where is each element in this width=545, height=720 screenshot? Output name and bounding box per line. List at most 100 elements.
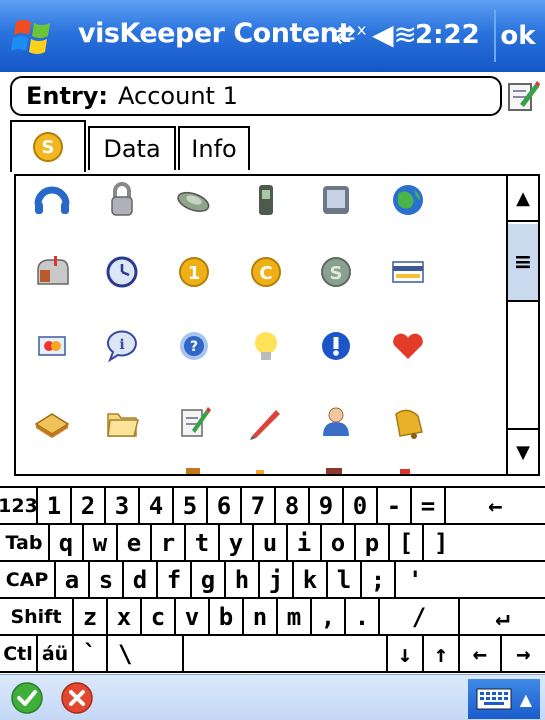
- key-b[interactable]: b: [210, 599, 244, 636]
- key-w[interactable]: w: [84, 525, 118, 562]
- key-n[interactable]: n: [244, 599, 278, 636]
- backspace-key[interactable]: ←: [446, 488, 545, 525]
- key-backslash[interactable]: \: [108, 636, 184, 673]
- tab-icons[interactable]: S: [10, 120, 86, 172]
- speaker-icon[interactable]: ◀︎≋: [372, 18, 417, 51]
- left-arrow-key[interactable]: ←: [460, 636, 502, 673]
- key-1[interactable]: 1: [38, 488, 72, 525]
- shift-key[interactable]: Shift: [0, 599, 74, 636]
- key-t[interactable]: t: [186, 525, 220, 562]
- key-y[interactable]: y: [220, 525, 254, 562]
- bell-icon[interactable]: [395, 409, 423, 439]
- caps-lock-key[interactable]: CAP: [0, 562, 56, 599]
- key-l[interactable]: l: [328, 562, 362, 599]
- key-123[interactable]: 123: [0, 488, 38, 525]
- key-0[interactable]: 0: [344, 488, 378, 525]
- key-c[interactable]: c: [142, 599, 176, 636]
- tab-info[interactable]: Info: [178, 126, 250, 170]
- key-z[interactable]: z: [74, 599, 108, 636]
- key-u[interactable]: u: [254, 525, 288, 562]
- key-h[interactable]: h: [226, 562, 260, 599]
- key-backtick[interactable]: `: [74, 636, 108, 673]
- key-k[interactable]: k: [294, 562, 328, 599]
- key-9[interactable]: 9: [310, 488, 344, 525]
- clock[interactable]: 2:22: [415, 20, 480, 50]
- key-period[interactable]: .: [346, 599, 380, 636]
- pda-icon[interactable]: [323, 186, 349, 214]
- key-m[interactable]: m: [278, 599, 312, 636]
- key-8[interactable]: 8: [276, 488, 310, 525]
- key-q[interactable]: q: [50, 525, 84, 562]
- tab-data[interactable]: Data: [88, 126, 176, 170]
- notepad-icon[interactable]: [181, 407, 211, 437]
- key-s[interactable]: s: [90, 562, 124, 599]
- enter-key[interactable]: ↵: [460, 599, 545, 636]
- key-r[interactable]: r: [152, 525, 186, 562]
- scroll-thumb[interactable]: ≡: [508, 224, 538, 302]
- cash-icon[interactable]: [176, 189, 212, 215]
- key-right-bracket[interactable]: ]: [424, 525, 545, 562]
- windows-flag-icon[interactable]: [8, 12, 58, 62]
- down-arrow-key[interactable]: ↓: [388, 636, 424, 673]
- key-left-bracket[interactable]: [: [390, 525, 424, 562]
- pencil-icon[interactable]: [250, 410, 280, 440]
- key-x[interactable]: x: [108, 599, 142, 636]
- scroll-down-arrow-icon[interactable]: ▼: [508, 428, 538, 474]
- input-panel-button[interactable]: ▲: [468, 679, 540, 719]
- entry-field[interactable]: Entry: Account 1: [10, 76, 502, 116]
- right-arrow-key[interactable]: →: [502, 636, 545, 673]
- up-arrow-key[interactable]: ↑: [424, 636, 460, 673]
- key-semicolon[interactable]: ;: [362, 562, 396, 599]
- key-e[interactable]: e: [118, 525, 152, 562]
- padlock-icon[interactable]: [111, 182, 133, 216]
- green-check-icon[interactable]: [10, 681, 44, 715]
- silver-coin-icon[interactable]: S: [321, 257, 351, 287]
- clock-icon[interactable]: [106, 256, 138, 288]
- gold-coin-1-icon[interactable]: 1: [179, 257, 209, 287]
- key-p[interactable]: p: [356, 525, 390, 562]
- key-comma[interactable]: ,: [312, 599, 346, 636]
- key-d[interactable]: d: [124, 562, 158, 599]
- key-f[interactable]: f: [158, 562, 192, 599]
- spacebar-key[interactable]: [184, 636, 388, 673]
- key-apostrophe[interactable]: ': [396, 562, 545, 599]
- key-3[interactable]: 3: [106, 488, 140, 525]
- key-slash[interactable]: /: [380, 599, 460, 636]
- sync-disconnected-icon[interactable]: ⇄ˣ: [334, 20, 367, 50]
- gold-coin-c-icon[interactable]: C: [251, 257, 281, 287]
- key-i[interactable]: i: [288, 525, 322, 562]
- key-v[interactable]: v: [176, 599, 210, 636]
- red-x-icon[interactable]: [60, 681, 94, 715]
- globe-icon[interactable]: [393, 185, 423, 215]
- exclamation-icon[interactable]: [322, 332, 350, 360]
- book-icon[interactable]: [34, 413, 70, 438]
- info-bubble-icon[interactable]: i: [106, 330, 137, 363]
- key-4[interactable]: 4: [140, 488, 174, 525]
- ctrl-key[interactable]: Ctl: [0, 636, 38, 673]
- help-icon[interactable]: ?: [180, 332, 208, 360]
- key-5[interactable]: 5: [174, 488, 208, 525]
- key-7[interactable]: 7: [242, 488, 276, 525]
- headset-icon[interactable]: [34, 186, 70, 214]
- key-minus[interactable]: -: [378, 488, 412, 525]
- mailbox-icon[interactable]: [37, 256, 69, 285]
- key-a[interactable]: a: [56, 562, 90, 599]
- cellphone-icon[interactable]: [259, 185, 273, 215]
- folder-icon[interactable]: [107, 413, 139, 437]
- ok-button[interactable]: ok: [494, 10, 540, 62]
- user-icon[interactable]: [323, 407, 349, 436]
- key-o[interactable]: o: [322, 525, 356, 562]
- lightbulb-icon[interactable]: [255, 332, 277, 360]
- credit-card-icon[interactable]: [392, 261, 424, 283]
- key-6[interactable]: 6: [208, 488, 242, 525]
- key-2[interactable]: 2: [72, 488, 106, 525]
- scroll-up-arrow-icon[interactable]: ▲: [508, 176, 538, 222]
- mastercard-icon[interactable]: [38, 336, 66, 356]
- key-g[interactable]: g: [192, 562, 226, 599]
- key-j[interactable]: j: [260, 562, 294, 599]
- heart-icon[interactable]: [393, 333, 423, 359]
- tab-key[interactable]: Tab: [0, 525, 50, 562]
- accent-key[interactable]: áü: [38, 636, 74, 673]
- key-equals[interactable]: =: [412, 488, 446, 525]
- edit-note-icon[interactable]: [506, 78, 540, 114]
